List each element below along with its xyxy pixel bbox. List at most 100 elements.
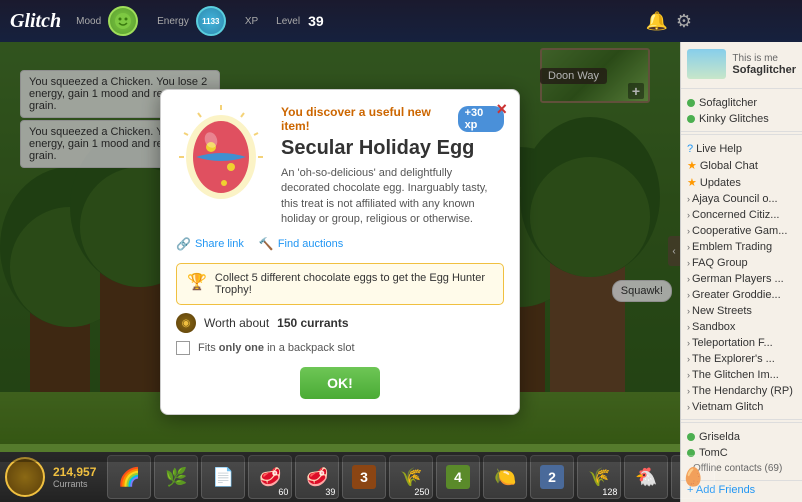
modal-body: 🔗 Share link 🔨 Find auctions 🏆 Collect 5… xyxy=(176,237,504,399)
arrow-icon-10: › xyxy=(687,338,690,348)
item-icon-10: 🌾 xyxy=(588,467,610,488)
player-avatar-bottom[interactable] xyxy=(5,457,45,497)
trophy-icon: 🏆 xyxy=(187,272,207,292)
item-count-4: 39 xyxy=(325,487,335,497)
right-sidebar: This is me Sofaglitcher Sofaglitcher Kin… xyxy=(680,42,802,502)
channel-updates[interactable]: ★ Updates xyxy=(687,174,796,191)
arrow-icon-4: › xyxy=(687,242,690,252)
channel-global-chat[interactable]: ★ Global Chat xyxy=(687,157,796,174)
svg-text:4: 4 xyxy=(454,469,462,485)
currency-label: Currants xyxy=(53,479,96,489)
status-dot-green-2 xyxy=(687,115,695,123)
channel-teleportation[interactable]: › Teleportation F... xyxy=(687,335,796,351)
find-auctions-link[interactable]: 🔨 Find auctions xyxy=(259,237,343,251)
item-icon-4: 🥩 xyxy=(306,467,328,488)
arrow-icon-9: › xyxy=(687,322,690,332)
modal-close-button[interactable]: × xyxy=(496,100,507,118)
item-count-10: 128 xyxy=(602,487,617,497)
channel-concerned[interactable]: › Concerned Citiz... xyxy=(687,207,796,223)
item-icon-2: 📄 xyxy=(212,467,234,488)
channel-german[interactable]: › German Players ... xyxy=(687,271,796,287)
item-icon-8: 🍋 xyxy=(494,467,516,488)
status-dot-green xyxy=(687,99,695,107)
bell-icon[interactable]: 🔔 xyxy=(645,11,667,32)
ok-button[interactable]: OK! xyxy=(300,367,380,399)
svg-text:3: 3 xyxy=(360,469,368,485)
channel-hendarchy[interactable]: › The Hendarchy (RP) xyxy=(687,383,796,399)
arrow-icon-14: › xyxy=(687,402,690,412)
energy-circle: 1133 xyxy=(196,6,226,36)
online-contacts: Sofaglitcher Kinky Glitches xyxy=(681,91,802,132)
modal-overlay: × xyxy=(0,42,680,462)
egg-image xyxy=(176,105,266,195)
channel-faq[interactable]: › FAQ Group xyxy=(687,255,796,271)
player-section: This is me Sofaglitcher xyxy=(681,42,802,86)
modal-title-area: You discover a useful new item! +30 xp S… xyxy=(281,105,504,228)
item-icon-3: 🥩 xyxy=(259,467,281,488)
contact-name-2: Kinky Glitches xyxy=(699,113,769,125)
svg-text:2: 2 xyxy=(548,469,556,485)
discovered-label: You discover a useful new item! +30 xp xyxy=(281,105,504,133)
arrow-icon-5: › xyxy=(687,258,690,268)
top-bar: Glitch Mood Energy 1133 XP Level 39 🔔 ⚙ xyxy=(0,0,802,42)
currency-display: 214,957 Currants xyxy=(53,465,96,489)
channel-new-streets[interactable]: › New Streets xyxy=(687,303,796,319)
share-link[interactable]: 🔗 Share link xyxy=(176,237,244,251)
mood-circle xyxy=(108,6,138,36)
currant-icon: ◉ xyxy=(176,313,196,333)
item-icon-5: 3 xyxy=(350,463,378,491)
channel-live-help[interactable]: ? Live Help xyxy=(687,141,796,157)
energy-stat: Energy 1133 xyxy=(157,6,230,36)
divider-3 xyxy=(681,422,802,423)
item-discovery-modal: × xyxy=(160,89,520,416)
this-is-me-label: This is me xyxy=(732,53,796,64)
top-icons: 🔔 ⚙ xyxy=(645,11,692,32)
item-icon-11: 🐔 xyxy=(635,467,657,488)
item-count-3: 60 xyxy=(278,487,288,497)
dot-griselda xyxy=(687,433,695,441)
player-name[interactable]: Sofaglitcher xyxy=(732,64,796,76)
arrow-icon-1: › xyxy=(687,194,690,204)
channel-vietnam[interactable]: › Vietnam Glitch xyxy=(687,399,796,415)
contact-name: Sofaglitcher xyxy=(699,97,757,109)
channel-sandbox[interactable]: › Sandbox xyxy=(687,319,796,335)
channel-explorer[interactable]: › The Explorer's ... xyxy=(687,351,796,367)
divider-2 xyxy=(681,134,802,135)
arrow-icon-8: › xyxy=(687,306,690,316)
share-icon: 🔗 xyxy=(176,237,191,251)
arrow-icon-7: › xyxy=(687,290,690,300)
item-count-6: 250 xyxy=(414,487,429,497)
channel-ajaya[interactable]: › Ajaya Council o... xyxy=(687,191,796,207)
channel-glitchen[interactable]: › The Glitchen Im... xyxy=(687,367,796,383)
auction-icon: 🔨 xyxy=(259,237,274,251)
star-icon-2: ★ xyxy=(687,176,697,189)
channel-emblem[interactable]: › Emblem Trading xyxy=(687,239,796,255)
channel-cooperative[interactable]: › Cooperative Gam... xyxy=(687,223,796,239)
game-logo: Glitch xyxy=(10,10,61,33)
star-icon-1: ★ xyxy=(687,159,697,172)
arrow-icon-3: › xyxy=(687,226,690,236)
arrow-icon-12: › xyxy=(687,370,690,380)
item-description: An 'oh-so-delicious' and delightfully de… xyxy=(281,166,504,228)
channel-greater[interactable]: › Greater Groddie... xyxy=(687,287,796,303)
contact-sofaglitcher[interactable]: Sofaglitcher xyxy=(687,95,796,111)
item-icon-7: 4 xyxy=(444,463,472,491)
item-icon-0: 🌈 xyxy=(118,467,140,488)
worth-row: ◉ Worth about 150 currants xyxy=(176,313,504,333)
modal-links: 🔗 Share link 🔨 Find auctions xyxy=(176,237,504,251)
modal-header: You discover a useful new item! +30 xp S… xyxy=(176,105,504,228)
quest-box: 🏆 Collect 5 different chocolate eggs to … xyxy=(176,263,504,305)
contact-griselda[interactable]: Griselda xyxy=(687,429,796,445)
gear-icon[interactable]: ⚙ xyxy=(676,11,692,32)
arrow-icon-13: › xyxy=(687,386,690,396)
mood-stat: Mood xyxy=(76,6,142,36)
backpack-row: Fits only one in a backpack slot xyxy=(176,341,504,355)
channels-section: ? Live Help ★ Global Chat ★ Updates › Aj… xyxy=(681,137,802,420)
item-icon-12: 🥚 xyxy=(682,467,704,488)
item-icon-6: 🌾 xyxy=(400,467,422,488)
item-icon-1: 🌿 xyxy=(165,467,187,488)
contact-kinky-glitches[interactable]: Kinky Glitches xyxy=(687,111,796,127)
xp-stat: XP xyxy=(245,16,261,27)
divider-1 xyxy=(681,88,802,89)
level-stat: Level 39 xyxy=(276,13,323,29)
